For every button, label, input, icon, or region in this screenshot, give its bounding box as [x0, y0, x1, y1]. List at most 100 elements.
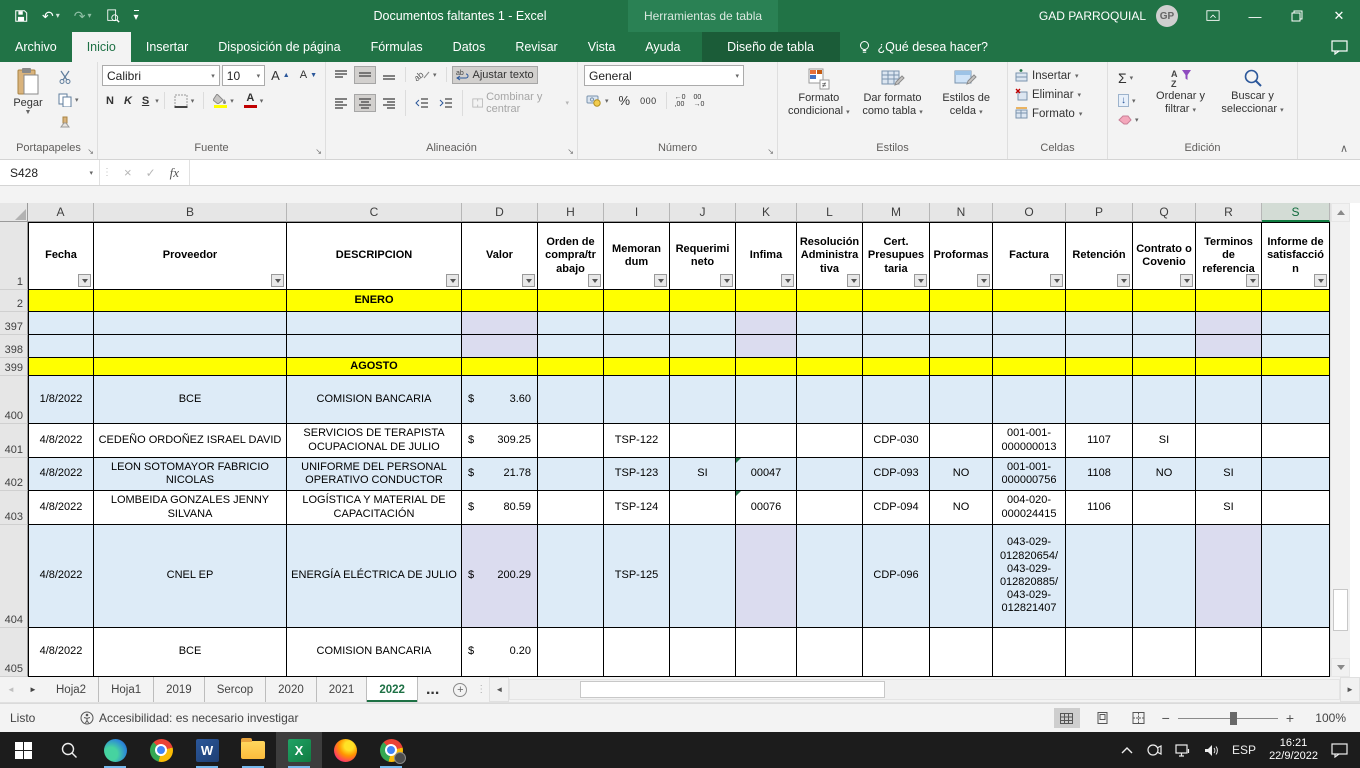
cell-H-403[interactable]: [538, 491, 604, 525]
new-sheet-button[interactable]: +: [447, 677, 473, 702]
tell-me-box[interactable]: ¿Qué desea hacer?: [858, 32, 989, 62]
format-painter-icon[interactable]: [54, 113, 83, 133]
cell-B-405[interactable]: BCE: [94, 628, 287, 677]
cell-M-397[interactable]: [863, 312, 930, 335]
cell-O-399[interactable]: [993, 358, 1066, 376]
fill-button[interactable]: ↓▾: [1114, 91, 1143, 110]
vertical-scroll-thumb[interactable]: [1333, 589, 1348, 631]
cell-J-405[interactable]: [670, 628, 736, 677]
meet-now-icon[interactable]: [1146, 744, 1162, 756]
hscroll-left-arrow[interactable]: ◄: [489, 677, 509, 702]
row-header-401[interactable]: 401: [0, 424, 28, 458]
cell-A-398[interactable]: [28, 335, 94, 358]
cell-I-401[interactable]: TSP-122: [604, 424, 670, 458]
cell-B-403[interactable]: LOMBEIDA GONZALES JENNY SILVANA: [94, 491, 287, 525]
cell-A-400[interactable]: 1/8/2022: [28, 376, 94, 424]
cell-C-2[interactable]: ENERO: [287, 290, 462, 312]
cell-B-399[interactable]: [94, 358, 287, 376]
cell-J-404[interactable]: [670, 525, 736, 628]
cell-I-404[interactable]: TSP-125: [604, 525, 670, 628]
underline-button[interactable]: S: [138, 92, 153, 110]
cell-L-401[interactable]: [797, 424, 863, 458]
cell-K-399[interactable]: [736, 358, 797, 376]
filter-button-B[interactable]: [271, 274, 284, 287]
feedback-icon[interactable]: [1331, 40, 1348, 55]
tab-revisar[interactable]: Revisar: [500, 32, 572, 62]
filter-button-O[interactable]: [1050, 274, 1063, 287]
row-header-405[interactable]: 405: [0, 628, 28, 677]
sheet-tab-hoja1[interactable]: Hoja1: [99, 677, 154, 702]
cell-N-1[interactable]: Proformas: [930, 222, 993, 290]
cell-H-398[interactable]: [538, 335, 604, 358]
filter-button-H[interactable]: [588, 274, 601, 287]
taskbar-chrome-icon[interactable]: [138, 732, 184, 768]
format-cells-button[interactable]: Formato▾: [1012, 105, 1085, 122]
zoom-in-icon[interactable]: +: [1286, 710, 1294, 726]
cell-D-397[interactable]: [462, 312, 538, 335]
cell-A-2[interactable]: [28, 290, 94, 312]
cell-L-397[interactable]: [797, 312, 863, 335]
cell-P-402[interactable]: 1108: [1066, 458, 1133, 491]
sheet-tab-2022[interactable]: 2022: [367, 677, 418, 702]
column-header-C[interactable]: C: [287, 203, 462, 222]
cell-N-401[interactable]: [930, 424, 993, 458]
cell-B-397[interactable]: [94, 312, 287, 335]
row-header-399[interactable]: 399: [0, 358, 28, 376]
find-select-button[interactable]: Buscar y seleccionar ▾: [1217, 65, 1289, 142]
cell-A-404[interactable]: 4/8/2022: [28, 525, 94, 628]
insert-function-icon[interactable]: fx: [170, 165, 179, 181]
taskbar-explorer-icon[interactable]: [230, 732, 276, 768]
save-icon[interactable]: [14, 9, 28, 23]
cell-R-399[interactable]: [1196, 358, 1262, 376]
filter-button-J[interactable]: [720, 274, 733, 287]
cell-B-404[interactable]: CNEL EP: [94, 525, 287, 628]
cell-K-405[interactable]: [736, 628, 797, 677]
cell-H-2[interactable]: [538, 290, 604, 312]
column-header-S[interactable]: S: [1262, 203, 1330, 222]
cell-M-399[interactable]: [863, 358, 930, 376]
cell-N-399[interactable]: [930, 358, 993, 376]
cancel-icon[interactable]: ×: [124, 165, 132, 180]
cell-Q-400[interactable]: [1133, 376, 1196, 424]
cell-C-403[interactable]: LOGÍSTICA Y MATERIAL DE CAPACITACIÓN: [287, 491, 462, 525]
taskbar-clock[interactable]: 16:21 22/9/2022: [1269, 737, 1318, 763]
decrease-decimal-button[interactable]: 00→0: [691, 92, 708, 110]
filter-button-S[interactable]: [1314, 274, 1327, 287]
cell-Q-398[interactable]: [1133, 335, 1196, 358]
cell-S-405[interactable]: [1262, 628, 1330, 677]
cell-J-400[interactable]: [670, 376, 736, 424]
cell-R-400[interactable]: [1196, 376, 1262, 424]
cell-D-1[interactable]: Valor: [462, 222, 538, 290]
page-break-view-button[interactable]: [1126, 708, 1152, 728]
cell-H-402[interactable]: [538, 458, 604, 491]
cell-H-404[interactable]: [538, 525, 604, 628]
cell-B-402[interactable]: LEON SOTOMAYOR FABRICIO NICOLAS: [94, 458, 287, 491]
tray-expand-icon[interactable]: [1121, 746, 1133, 754]
cell-A-403[interactable]: 4/8/2022: [28, 491, 94, 525]
cell-C-402[interactable]: UNIFORME DEL PERSONAL OPERATIVO CONDUCTO…: [287, 458, 462, 491]
cell-I-402[interactable]: TSP-123: [604, 458, 670, 491]
cell-M-2[interactable]: [863, 290, 930, 312]
cell-styles-button[interactable]: Estilos de celda ▾: [929, 65, 1003, 142]
sheet-tab-2020[interactable]: 2020: [266, 677, 317, 702]
cell-L-1[interactable]: Resolución Administra tiva: [797, 222, 863, 290]
sheet-tab-2021[interactable]: 2021: [317, 677, 368, 702]
cell-P-399[interactable]: [1066, 358, 1133, 376]
cell-L-405[interactable]: [797, 628, 863, 677]
percent-style-button[interactable]: %: [615, 90, 635, 111]
cell-S-403[interactable]: [1262, 491, 1330, 525]
cell-B-1[interactable]: Proveedor: [94, 222, 287, 290]
cell-R-403[interactable]: SI: [1196, 491, 1262, 525]
cell-D-405[interactable]: $0.20: [462, 628, 538, 677]
filter-button-D[interactable]: [522, 274, 535, 287]
scroll-down-arrow[interactable]: [1331, 658, 1350, 677]
cell-O-397[interactable]: [993, 312, 1066, 335]
cell-I-405[interactable]: [604, 628, 670, 677]
hscroll-right-arrow[interactable]: ►: [1340, 677, 1360, 702]
filter-button-I[interactable]: [654, 274, 667, 287]
cell-C-399[interactable]: AGOSTO: [287, 358, 462, 376]
cell-H-400[interactable]: [538, 376, 604, 424]
sheet-nav-right-icon[interactable]: ►: [22, 677, 44, 702]
cell-P-404[interactable]: [1066, 525, 1133, 628]
cell-J-1[interactable]: Requerimi neto: [670, 222, 736, 290]
